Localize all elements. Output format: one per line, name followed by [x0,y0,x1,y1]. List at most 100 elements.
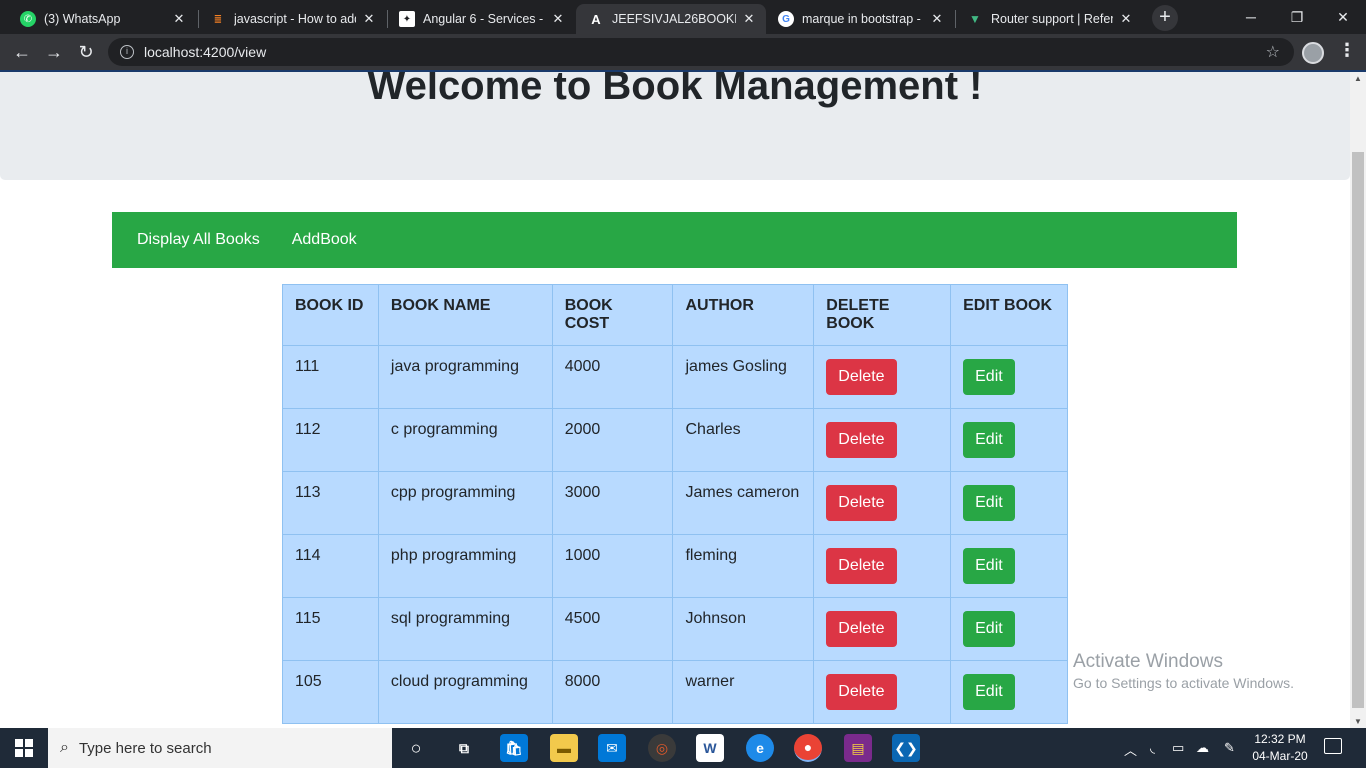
start-button[interactable] [0,728,48,768]
chrome-icon[interactable]: ● [794,734,822,762]
pen-icon[interactable]: ✎ [1224,740,1235,756]
nav-add-book[interactable]: AddBook [292,231,357,249]
word-icon[interactable]: W [696,734,724,762]
browser-toolbar: ← → ↻ i localhost:4200/view ☆ [0,34,1366,70]
restore-button[interactable]: ❐ [1274,4,1320,30]
edit-button[interactable]: Edit [963,485,1015,521]
tab-stackoverflow[interactable]: ≣ javascript - How to add ✕ [198,4,386,34]
windows-logo-icon [15,739,33,757]
winrar-icon[interactable]: ▤ [844,734,872,762]
edit-button[interactable]: Edit [963,611,1015,647]
menu-kebab-icon[interactable]: ⋮ [1338,40,1356,61]
cell-delete: Delete [813,597,952,661]
new-tab-button[interactable]: + [1152,5,1178,31]
watermark-subtitle: Go to Settings to activate Windows. [1073,675,1294,691]
cell-delete: Delete [813,345,952,409]
bookmark-star-icon[interactable]: ☆ [1266,42,1280,62]
windows-taskbar: ⌕ Type here to search ○ ⧉ 🛍 ▬ ✉ ◎ W e ● … [0,728,1366,768]
close-window-button[interactable]: ✕ [1320,4,1366,30]
edit-button[interactable]: Edit [963,359,1015,395]
cell-delete: Delete [813,660,952,724]
close-icon[interactable]: ✕ [742,11,756,27]
profile-avatar[interactable] [1302,42,1324,64]
tab-tutorialspoint[interactable]: ✦ Angular 6 - Services - T ✕ [387,4,575,34]
nav-display-all-books[interactable]: Display All Books [137,231,260,249]
tab-label: (3) WhatsApp [44,12,121,26]
cell-book-name: sql programming [377,597,553,661]
cell-book-name: c programming [377,408,553,472]
cell-author: warner [672,660,815,724]
file-explorer-icon[interactable]: ▬ [550,734,578,762]
close-icon[interactable]: ✕ [551,11,565,27]
tab-whatsapp[interactable]: ✆ (3) WhatsApp ✕ [8,4,196,34]
scroll-up-arrow-icon[interactable]: ▲ [1350,74,1366,83]
info-icon[interactable]: i [120,45,134,59]
cell-book-id: 115 [282,597,379,661]
forward-button[interactable]: → [42,40,66,64]
task-view-icon[interactable]: ⧉ [450,734,478,762]
delete-button[interactable]: Delete [826,359,897,395]
search-icon: ⌕ [60,739,69,756]
tab-label: javascript - How to add [234,12,356,26]
column-header-book-cost: BOOK COST [551,284,674,346]
scroll-down-arrow-icon[interactable]: ▼ [1350,717,1366,726]
back-button[interactable]: ← [10,40,34,64]
google-icon: G [778,11,794,27]
reload-button[interactable]: ↻ [74,40,98,64]
tab-label: Angular 6 - Services - T [423,12,545,26]
column-header-book-id: BOOK ID [282,284,379,346]
cell-book-id: 105 [282,660,379,724]
onedrive-cloud-icon[interactable]: ☁ [1196,740,1209,756]
notifications-icon[interactable] [1324,738,1342,754]
vue-icon: ▼ [969,12,981,26]
edge-icon[interactable]: e [746,734,774,762]
delete-button[interactable]: Delete [826,485,897,521]
media-player-icon[interactable]: ◎ [648,734,676,762]
watermark-title: Activate Windows [1073,651,1223,672]
cell-delete: Delete [813,471,952,535]
battery-icon[interactable]: ▭ [1172,740,1184,756]
vscode-icon[interactable]: ❮❯ [892,734,920,762]
activate-windows-watermark: Activate Windows Go to Settings to activ… [1073,651,1294,693]
wifi-icon[interactable]: ◟ [1150,740,1155,756]
tab-vue-router[interactable]: ▼ Router support | Refere ✕ [955,4,1143,34]
url-text: localhost:4200/view [144,44,267,60]
cortana-icon[interactable]: ○ [402,734,430,762]
taskbar-search-box[interactable]: ⌕ Type here to search [48,728,392,768]
address-bar[interactable]: i localhost:4200/view ☆ [108,38,1294,66]
close-icon[interactable]: ✕ [1119,11,1133,27]
delete-button[interactable]: Delete [826,674,897,710]
close-icon[interactable]: ✕ [172,11,186,27]
whatsapp-icon: ✆ [20,11,36,27]
cell-book-cost: 4000 [551,345,674,409]
tab-bookmanagement[interactable]: A JEEFSIVJAL26BOOKMAN ✕ [576,4,766,34]
delete-button[interactable]: Delete [826,611,897,647]
cell-edit: Edit [950,660,1068,724]
page-scrollbar[interactable]: ▲ ▼ [1350,72,1366,728]
close-icon[interactable]: ✕ [930,11,944,27]
cell-author: james Gosling [672,345,815,409]
edit-button[interactable]: Edit [963,422,1015,458]
cell-book-name: cpp programming [377,471,553,535]
tab-google[interactable]: G marque in bootstrap - G ✕ [766,4,954,34]
system-clock[interactable]: 12:32 PM 04-Mar-20 [1248,731,1312,765]
column-header-author: AUTHOR [672,284,815,346]
mail-icon[interactable]: ✉ [598,734,626,762]
cell-edit: Edit [950,345,1068,409]
store-icon[interactable]: 🛍 [500,734,528,762]
cell-book-cost: 1000 [551,534,674,598]
delete-button[interactable]: Delete [826,548,897,584]
tray-expand-icon[interactable]: ︿ [1124,740,1137,759]
edit-button[interactable]: Edit [963,548,1015,584]
cell-author: Charles [672,408,815,472]
table-row: 113 cpp programming 3000 James cameron D… [282,471,1068,535]
delete-button[interactable]: Delete [826,422,897,458]
edit-button[interactable]: Edit [963,674,1015,710]
tutorialspoint-icon: ✦ [399,11,415,27]
top-navbar: Display All Books AddBook [112,212,1237,268]
cell-edit: Edit [950,534,1068,598]
minimize-button[interactable]: ─ [1228,4,1274,30]
close-icon[interactable]: ✕ [362,11,376,27]
scrollbar-thumb[interactable] [1352,152,1364,708]
cell-author: James cameron [672,471,815,535]
